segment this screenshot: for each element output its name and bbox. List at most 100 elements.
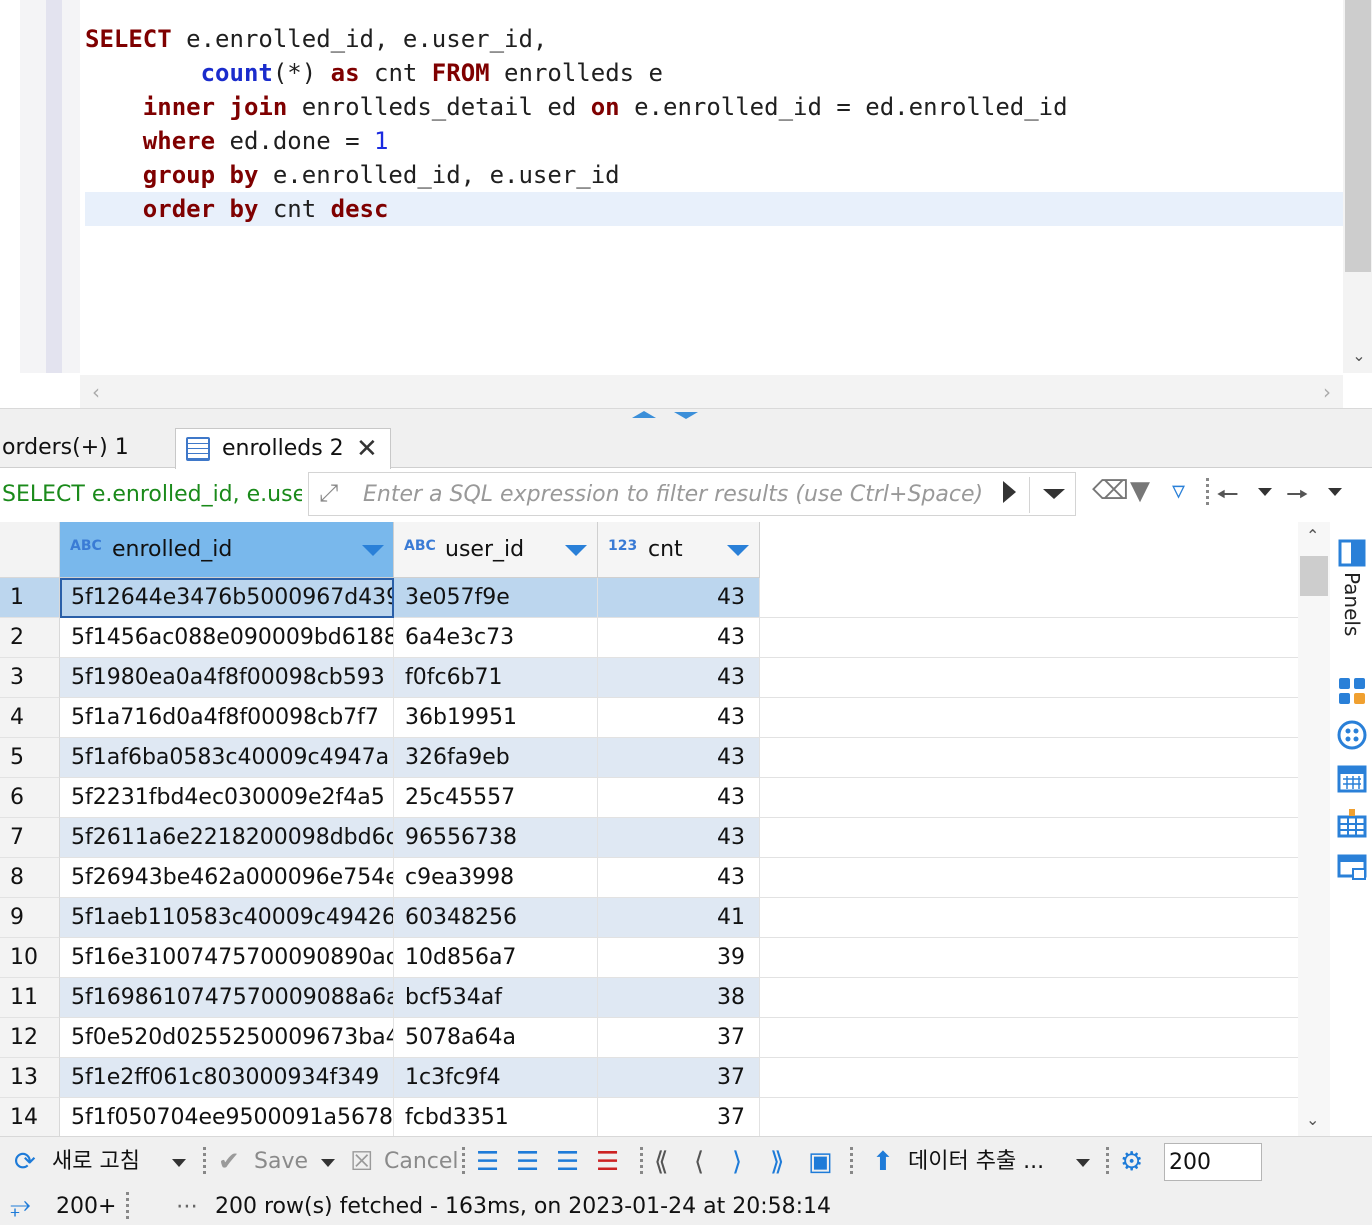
cell-enrolled-id[interactable]: 5f1e2ff061c803000934f349 (60, 1058, 394, 1098)
cell-cnt[interactable]: 43 (598, 738, 760, 778)
cell-cnt[interactable]: 37 (598, 1098, 760, 1136)
cell-user-id[interactable]: 36b19951 (394, 698, 598, 738)
cell-enrolled-id[interactable]: 5f12644e3476b5000967d439 (60, 578, 394, 618)
cell-user-id[interactable]: c9ea3998 (394, 858, 598, 898)
fetch-all-icon[interactable]: ▣ (808, 1147, 833, 1177)
tab-enrolleds[interactable]: enrolleds 2 ✕ (175, 428, 391, 469)
add-row-icon[interactable]: ☰ (516, 1147, 539, 1177)
table-row[interactable]: 3 5f1980ea0a4f8f00098cb593 f0fc6b71 43 (0, 658, 1298, 698)
row-number[interactable]: 5 (0, 738, 60, 778)
cell-enrolled-id[interactable]: 5f1af6ba0583c40009c4947a (60, 738, 394, 778)
sql-editor[interactable]: SELECT e.enrolled_id, e.user_id, count(*… (0, 0, 1372, 410)
code-line[interactable]: inner join enrolleds_detail ed on e.enro… (85, 90, 1343, 124)
table-row[interactable]: 14 5f1f050704ee9500091a5678 fcbd3351 37 (0, 1098, 1298, 1136)
cell-cnt[interactable]: 43 (598, 698, 760, 738)
metadata-icon[interactable] (1337, 808, 1367, 838)
cell-cnt[interactable]: 43 (598, 618, 760, 658)
row-number[interactable]: 13 (0, 1058, 60, 1098)
cell-user-id[interactable]: f0fc6b71 (394, 658, 598, 698)
cell-user-id[interactable]: 1c3fc9f4 (394, 1058, 598, 1098)
row-number[interactable]: 11 (0, 978, 60, 1018)
cell-cnt[interactable]: 41 (598, 898, 760, 938)
cell-enrolled-id[interactable]: 5f1a716d0a4f8f00098cb7f7 (60, 698, 394, 738)
edit-row-icon[interactable]: ☰ (476, 1147, 499, 1177)
panels-label[interactable]: Panels (1340, 572, 1364, 636)
editor-scroll-thumb[interactable] (1345, 0, 1371, 272)
sort-icon[interactable] (362, 545, 384, 556)
first-page-icon[interactable]: ⟪ (654, 1147, 668, 1177)
cell-user-id[interactable]: 96556738 (394, 818, 598, 858)
save-icon[interactable]: ✔ (218, 1147, 240, 1177)
cell-cnt[interactable]: 37 (598, 1058, 760, 1098)
table-row[interactable]: 8 5f26943be462a000096e754e c9ea3998 43 (0, 858, 1298, 898)
column-header-enrolled-id[interactable]: ABC enrolled_id (60, 522, 394, 578)
cell-cnt[interactable]: 43 (598, 858, 760, 898)
refresh-icon[interactable]: ⟳ (14, 1147, 36, 1177)
cell-enrolled-id[interactable]: 5f1980ea0a4f8f00098cb593 (60, 658, 394, 698)
cancel-button[interactable]: Cancel (384, 1145, 459, 1179)
row-number[interactable]: 2 (0, 618, 60, 658)
apply-filter-icon[interactable] (1003, 481, 1016, 503)
scroll-down-icon[interactable]: ⌄ (1306, 1110, 1319, 1129)
panel-splitter[interactable] (0, 408, 1372, 424)
export-icon[interactable]: ⬆ (872, 1147, 894, 1177)
grid-scroll-thumb[interactable] (1300, 556, 1328, 596)
table-row[interactable]: 11 5f1698610747570009088a6a bcf534af 38 (0, 978, 1298, 1018)
filter-icon[interactable]: ▿ (1172, 476, 1185, 506)
table-row[interactable]: 12 5f0e520d0255250009673ba4 5078a64a 37 (0, 1018, 1298, 1058)
active-query-preview[interactable]: SELECT e.enrolled_id, e.user_id (2, 482, 302, 507)
panels-icon[interactable] (1337, 538, 1367, 568)
cell-user-id[interactable]: 5078a64a (394, 1018, 598, 1058)
column-header-user-id[interactable]: ABC user_id (394, 522, 598, 578)
cell-cnt[interactable]: 43 (598, 818, 760, 858)
close-icon[interactable]: ✕ (356, 429, 378, 469)
table-row[interactable]: 4 5f1a716d0a4f8f00098cb7f7 36b19951 43 (0, 698, 1298, 738)
delete-row-icon[interactable]: ☰ (596, 1147, 619, 1177)
scroll-up-icon[interactable]: ⌃ (1306, 526, 1319, 545)
row-number[interactable]: 12 (0, 1018, 60, 1058)
row-number[interactable]: 4 (0, 698, 60, 738)
table-row[interactable]: 2 5f1456ac088e090009bd6188 6a4e3c73 43 (0, 618, 1298, 658)
forward-arrow-icon[interactable]: 🠖 (1286, 476, 1309, 520)
cell-enrolled-id[interactable]: 5f1456ac088e090009bd6188 (60, 618, 394, 658)
cell-enrolled-id[interactable]: 5f2611a6e2218200098dbd6d (60, 818, 394, 858)
cell-cnt[interactable]: 43 (598, 578, 760, 618)
refresh-dropdown-icon[interactable] (172, 1159, 186, 1167)
row-number-header[interactable] (0, 522, 60, 578)
row-number[interactable]: 10 (0, 938, 60, 978)
next-page-icon[interactable]: ⟩ (732, 1147, 742, 1177)
cell-cnt[interactable]: 43 (598, 778, 760, 818)
cell-enrolled-id[interactable]: 5f2231fbd4ec030009e2f4a5 (60, 778, 394, 818)
cell-user-id[interactable]: 10d856a7 (394, 938, 598, 978)
cell-cnt[interactable]: 39 (598, 938, 760, 978)
table-row[interactable]: 13 5f1e2ff061c803000934f349 1c3fc9f4 37 (0, 1058, 1298, 1098)
back-dropdown-icon[interactable] (1258, 488, 1272, 496)
eraser-icon[interactable]: ⌫ (1092, 476, 1129, 506)
cell-enrolled-id[interactable]: 5f16e31007475700090890ad (60, 938, 394, 978)
save-dropdown-icon[interactable] (321, 1159, 335, 1167)
cell-user-id[interactable]: 25c45557 (394, 778, 598, 818)
row-number[interactable]: 1 (0, 578, 60, 618)
cell-enrolled-id[interactable]: 5f1aeb110583c40009c49426 (60, 898, 394, 938)
row-count[interactable]: 200+ (56, 1194, 116, 1219)
cell-enrolled-id[interactable]: 5f26943be462a000096e754e (60, 858, 394, 898)
grouping-icon[interactable] (1337, 720, 1367, 750)
expand-icon[interactable]: ⤢ (319, 479, 338, 507)
row-number[interactable]: 9 (0, 898, 60, 938)
cell-user-id[interactable]: 60348256 (394, 898, 598, 938)
cell-user-id[interactable]: 326fa9eb (394, 738, 598, 778)
cell-cnt[interactable]: 38 (598, 978, 760, 1018)
table-row[interactable]: 5 5f1af6ba0583c40009c4947a 326fa9eb 43 (0, 738, 1298, 778)
editor-horizontal-scrollbar[interactable]: ‹ › (80, 375, 1343, 408)
row-number[interactable]: 7 (0, 818, 60, 858)
cell-enrolled-id[interactable]: 5f1f050704ee9500091a5678 (60, 1098, 394, 1136)
references-icon[interactable] (1337, 852, 1367, 882)
code-line[interactable]: group by e.enrolled_id, e.user_id (85, 158, 1343, 192)
cell-user-id[interactable]: bcf534af (394, 978, 598, 1018)
filter-input[interactable] (363, 479, 1003, 509)
cell-cnt[interactable]: 37 (598, 1018, 760, 1058)
sort-icon[interactable] (565, 545, 587, 556)
value-viewer-icon[interactable] (1337, 764, 1367, 794)
column-header-cnt[interactable]: 123 cnt (598, 522, 760, 578)
fetch-size-input[interactable] (1164, 1143, 1262, 1181)
